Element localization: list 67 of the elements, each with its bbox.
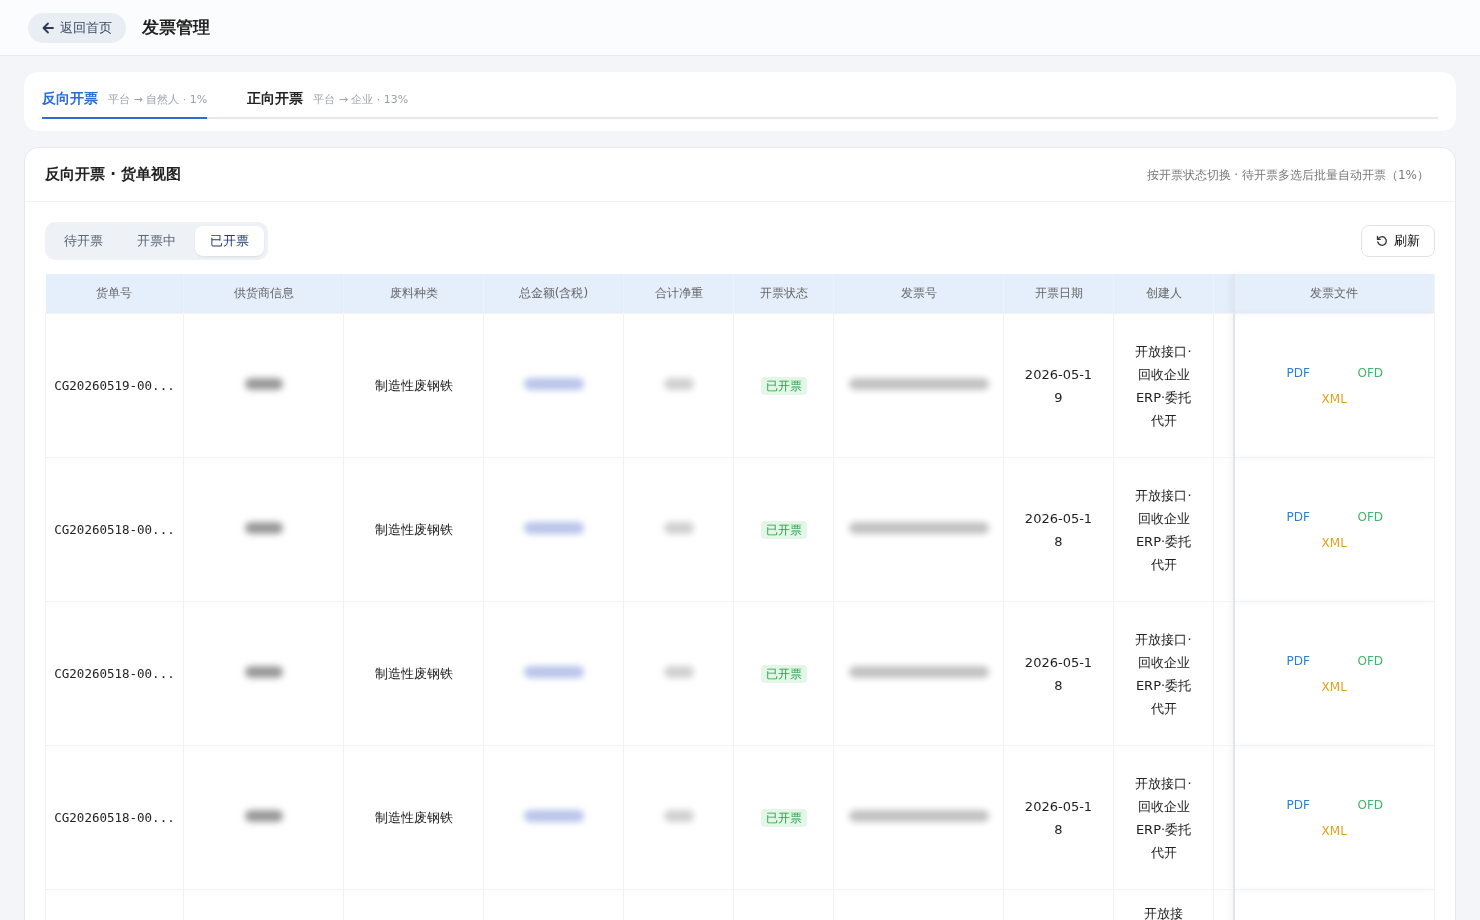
file-link[interactable]: XML — [1321, 821, 1347, 840]
back-arrow-icon — [42, 21, 54, 34]
column-header: 总金额(含税) — [483, 273, 624, 314]
status-tab[interactable]: 开票中 — [122, 226, 191, 256]
column-header: 发票号 — [833, 273, 1004, 314]
status-badge: 已开票 — [760, 376, 807, 395]
file-link[interactable]: PDF — [1275, 795, 1322, 814]
creator-name: 开放接口·回收企业ERP·委托代开 — [1134, 774, 1193, 862]
blurred-value — [244, 521, 283, 534]
direction-tab[interactable]: 反向开票 平台 → 自然人 · 1% — [42, 88, 208, 119]
creator-name: 开放接口·回收企业ERP·委托代开 — [1134, 630, 1193, 718]
waste-type: 制造性废钢铁 — [374, 809, 453, 825]
panel-hint: 按开票状态切换 · 待开票多选后批量自动开票（1%） — [1146, 166, 1429, 184]
file-link[interactable]: OFD — [1347, 651, 1394, 670]
blurred-value — [523, 377, 584, 390]
order-number: CG20260518-00... — [54, 809, 175, 825]
status-badge: 已开票 — [760, 664, 807, 683]
blurred-value — [244, 665, 283, 678]
column-header: 废料种类 — [343, 273, 484, 314]
creator-name: 开放接 — [1143, 905, 1184, 920]
column-header: 供货商信息 — [183, 273, 344, 314]
file-link[interactable]: PDF — [1275, 363, 1322, 382]
blurred-value — [663, 665, 694, 678]
invoice-date: 2026-05-18 — [1023, 797, 1094, 839]
direction-tab[interactable]: 正向开票 平台 → 企业 · 13% — [247, 88, 409, 119]
waste-type: 制造性废钢铁 — [374, 377, 453, 393]
page-title: 发票管理 — [142, 15, 210, 39]
back-button[interactable]: 返回首页 — [28, 12, 126, 43]
refresh-button[interactable]: 刷新 — [1361, 224, 1435, 257]
invoice-date: 2026-05-19 — [1023, 365, 1094, 407]
status-tab[interactable]: 已开票 — [195, 226, 264, 256]
file-link[interactable]: PDF — [1275, 651, 1322, 670]
column-header: 开票状态 — [733, 273, 834, 314]
status-badge: 已开票 — [760, 520, 807, 539]
order-number: CG20260518-00... — [54, 665, 175, 681]
order-number: CG20260518-00... — [54, 521, 175, 537]
file-link[interactable]: XML — [1321, 533, 1347, 552]
invoice-date: 2026-05-18 — [1023, 509, 1094, 551]
column-header: 开票日期 — [1003, 273, 1114, 314]
creator-name: 开放接口·回收企业ERP·委托代开 — [1134, 342, 1193, 430]
waste-type: 制造性废钢铁 — [374, 521, 453, 537]
blurred-value — [523, 665, 584, 678]
file-link[interactable]: XML — [1321, 389, 1347, 408]
column-header: 发票文件 — [1233, 273, 1435, 314]
blurred-value — [244, 809, 283, 822]
blurred-value — [244, 377, 283, 390]
blurred-value — [663, 377, 694, 390]
blurred-value — [663, 521, 694, 534]
status-badge: 已开票 — [760, 808, 807, 827]
blurred-value — [523, 809, 584, 822]
file-link[interactable]: OFD — [1347, 795, 1394, 814]
waste-type: 制造性废钢铁 — [374, 665, 453, 681]
file-link[interactable]: OFD — [1347, 507, 1394, 526]
file-link[interactable]: OFD — [1347, 363, 1394, 382]
status-tab[interactable]: 待开票 — [49, 226, 118, 256]
file-link[interactable]: PDF — [1275, 507, 1322, 526]
column-header: 合计净重 — [623, 273, 734, 314]
invoice-date: 2026-05-18 — [1023, 653, 1094, 695]
column-header: 货单号 — [45, 273, 184, 314]
order-number: CG20260519-00... — [54, 377, 175, 393]
column-header: 创建人 — [1113, 273, 1214, 314]
panel-title: 反向开票 · 货单视图 — [45, 164, 182, 186]
file-link[interactable]: XML — [1321, 677, 1347, 696]
refresh-icon — [1376, 234, 1388, 247]
blurred-value — [663, 809, 694, 822]
blurred-value — [523, 521, 584, 534]
creator-name: 开放接口·回收企业ERP·委托代开 — [1134, 486, 1193, 574]
